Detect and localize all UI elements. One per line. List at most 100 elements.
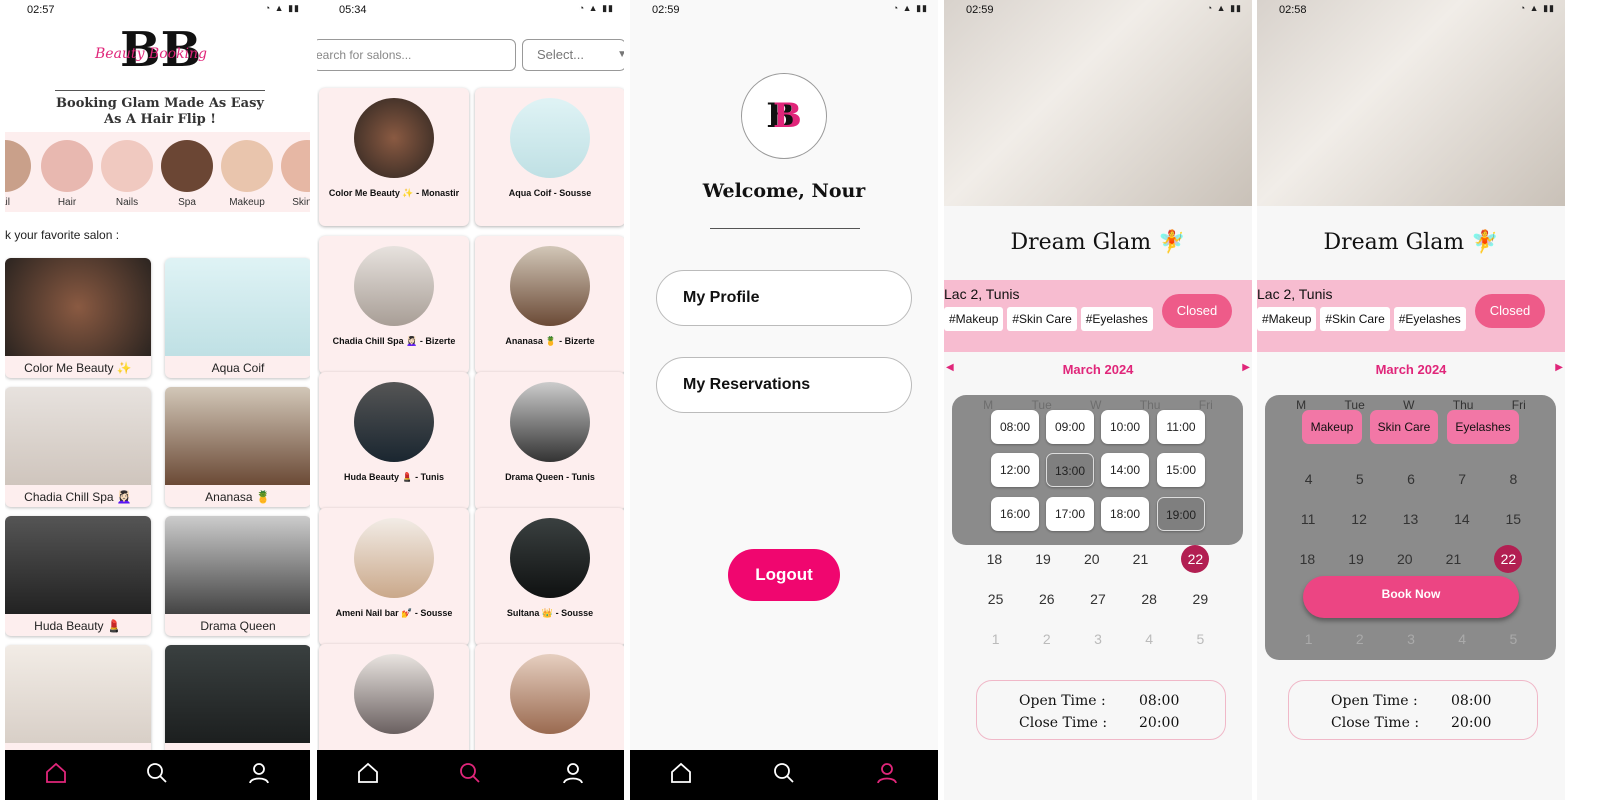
tag: #Eyelashes	[1393, 307, 1466, 331]
time-slot[interactable]: 15:00	[1157, 453, 1205, 487]
location: Lac 2, Tunis	[944, 286, 1020, 302]
status-bar: 02:59 ◔ ▲ ▮▮	[652, 3, 928, 16]
tag: #Makeup	[1257, 307, 1317, 331]
category-nails-partial[interactable]: ail	[5, 140, 31, 208]
salon-card[interactable]: Chadia Chill Spa 💆🏻‍♀️	[5, 387, 151, 507]
salon-card[interactable]: Ananasa 🍍	[165, 387, 310, 507]
status-bar: 02:57 ◔ ▲ ▮▮	[27, 3, 300, 16]
next-month-icon[interactable]: ▶	[1555, 362, 1563, 373]
search-screen: 05:34 ◔ ▲ ▮▮ earch for salons... Select..…	[317, 0, 624, 800]
search-input[interactable]: earch for salons...	[317, 39, 516, 71]
salon-card[interactable]: Aqua Coif	[165, 258, 310, 378]
status-badge: Closed	[1475, 294, 1545, 328]
user-icon[interactable]	[561, 761, 585, 790]
salon-grid-card[interactable]: Huda Beauty 💄 - Tunis	[319, 372, 469, 510]
status-badge: Closed	[1162, 294, 1232, 328]
time-slot[interactable]: 08:00	[991, 410, 1039, 444]
salon-card[interactable]: Color Me Beauty ✨	[5, 258, 151, 378]
opening-hours: Open Time :08:00 Close Time :20:00	[976, 680, 1226, 740]
home-screen: 02:57 ◔ ▲ ▮▮ BB Beauty Booking Booking Gl…	[5, 0, 310, 800]
selected-day[interactable]: 22	[1181, 545, 1210, 573]
time-slot[interactable]: 10:00	[1101, 410, 1149, 444]
time-slot[interactable]: 14:00	[1101, 453, 1149, 487]
home-icon[interactable]	[44, 761, 68, 790]
divider	[710, 228, 860, 229]
status-bar: 02:59 ◔ ▲ ▮▮	[966, 3, 1242, 16]
next-month-icon[interactable]: ▶	[1242, 362, 1250, 373]
logo: BB Beauty Booking	[95, 22, 208, 78]
calendar-row: 12345	[991, 631, 1205, 647]
home-icon[interactable]	[669, 761, 693, 790]
dropdown-icon: ▼	[617, 49, 624, 60]
category-hair[interactable]: Hair	[41, 140, 93, 208]
service-chip[interactable]: Skin Care	[1370, 410, 1438, 444]
time-slot[interactable]: 11:00	[1157, 410, 1205, 444]
tag: #Skin Care	[1320, 307, 1390, 331]
search-icon[interactable]	[458, 761, 482, 790]
salon-grid-card[interactable]: Aqua Coif - Sousse	[475, 88, 624, 226]
tag: #Makeup	[944, 307, 1004, 331]
user-icon[interactable]	[247, 761, 271, 790]
category-skin-care[interactable]: Skin C	[281, 140, 310, 208]
my-reservations-button[interactable]: My Reservations	[656, 357, 912, 413]
salon-grid-card[interactable]: Chadia Chill Spa 💆🏻‍♀️ - Bizerte	[319, 236, 469, 374]
welcome-title: Welcome, Nour	[702, 180, 866, 202]
location: Lac 2, Tunis	[1257, 286, 1333, 302]
city-select[interactable]: Select... ▼	[522, 39, 624, 71]
service-chip[interactable]: Eyelashes	[1447, 410, 1519, 444]
my-profile-button[interactable]: My Profile	[656, 270, 912, 326]
bottom-nav	[317, 750, 624, 800]
salon-name: Dream Glam 🧚	[1010, 230, 1186, 255]
salon-card[interactable]: Drama Queen	[165, 516, 310, 636]
calendar-row: 25 26 27 28 29	[987, 591, 1209, 607]
salon-hero-image	[944, 0, 1252, 206]
calendar-row: 18 19 20 21 22	[1257, 545, 1565, 573]
home-icon[interactable]	[356, 761, 380, 790]
tag-list: #Makeup #Skin Care #Eyelashes	[944, 307, 1157, 331]
user-icon[interactable]	[875, 761, 899, 790]
info-band: Lac 2, Tunis #Makeup #Skin Care #Eyelashes…	[1257, 280, 1565, 352]
salon-card[interactable]	[165, 645, 310, 765]
search-icon[interactable]	[772, 761, 796, 790]
salon-detail-services: 02:58 ◔ ▲ ▮▮ Dream Glam 🧚 Lac 2, Tunis #M…	[1257, 0, 1565, 800]
month-title: March 2024	[1062, 362, 1134, 377]
salon-name: Dream Glam 🧚	[1323, 230, 1499, 255]
salon-detail-timeslots: 02:59 ◔ ▲ ▮▮ Dream Glam 🧚 Lac 2, Tunis #M…	[944, 0, 1252, 800]
salon-grid-card[interactable]: Ameni Nail bar 💅 - Sousse	[319, 508, 469, 646]
status-bar: 02:58 ◔ ▲ ▮▮	[1279, 3, 1555, 16]
tagline: Booking Glam Made As Easy As A Hair Flip…	[56, 96, 264, 127]
tag-list: #Makeup #Skin Care #Eyelashes	[1257, 307, 1470, 331]
logout-button[interactable]: Logout	[728, 549, 840, 601]
time-slot[interactable]: 09:00	[1046, 410, 1094, 444]
time-slot[interactable]: 18:00	[1101, 497, 1149, 531]
category-nails[interactable]: Nails	[101, 140, 153, 208]
salon-grid-card[interactable]: Ananasa 🍍 - Bizerte	[475, 236, 624, 374]
salon-card[interactable]	[5, 645, 151, 765]
search-icon[interactable]	[145, 761, 169, 790]
selected-day[interactable]: 22	[1494, 545, 1523, 573]
info-band: Lac 2, Tunis #Makeup #Skin Care #Eyelashes…	[944, 280, 1252, 352]
time-slot-unavailable[interactable]: 19:00	[1157, 497, 1205, 531]
salon-card[interactable]: Huda Beauty 💄	[5, 516, 151, 636]
category-makeup[interactable]: Makeup	[221, 140, 273, 208]
logo: BB	[741, 73, 827, 159]
month-title: March 2024	[1375, 362, 1447, 377]
bottom-nav	[5, 750, 310, 800]
time-slot[interactable]: 16:00	[991, 497, 1039, 531]
time-slot-unavailable[interactable]: 13:00	[1046, 453, 1094, 487]
category-spa[interactable]: Spa	[161, 140, 213, 208]
tag: #Skin Care	[1007, 307, 1077, 331]
calendar-row: 11 12 13 14 15	[1300, 511, 1522, 527]
calendar-row: 12345	[1304, 631, 1518, 647]
service-chip[interactable]: Makeup	[1302, 410, 1362, 444]
salon-grid-card[interactable]: Color Me Beauty ✨ - Monastir	[319, 88, 469, 226]
book-now-button[interactable]: Book Now	[1303, 576, 1519, 618]
time-slot[interactable]: 12:00	[991, 453, 1039, 487]
time-slot[interactable]: 17:00	[1046, 497, 1094, 531]
status-bar: 05:34 ◔ ▲ ▮▮	[339, 3, 614, 16]
section-title: k your favorite salon :	[5, 228, 120, 242]
profile-screen: 02:59 ◔ ▲ ▮▮ BB Welcome, Nour My Profile …	[630, 0, 938, 800]
salon-grid-card[interactable]: Drama Queen - Tunis	[475, 372, 624, 510]
salon-grid-card[interactable]: Sultana 👑 - Sousse	[475, 508, 624, 646]
divider	[55, 90, 265, 91]
